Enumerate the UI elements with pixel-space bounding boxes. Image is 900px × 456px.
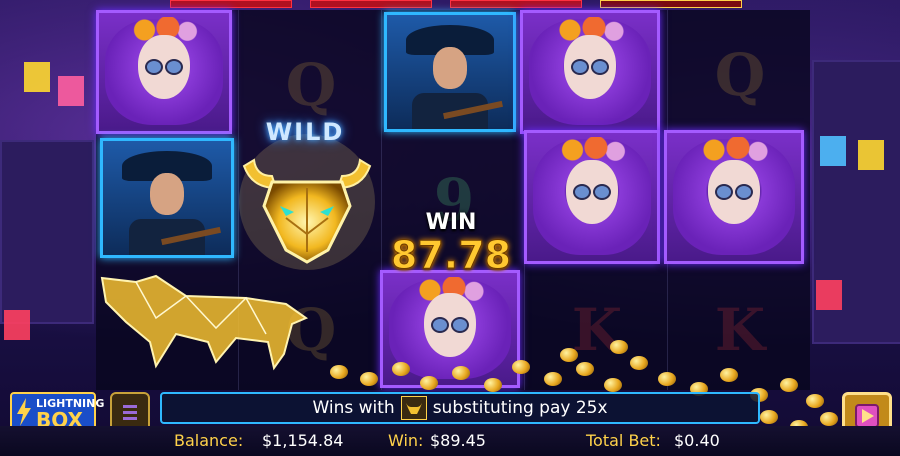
- papel-picado-flag-icon: [816, 280, 842, 310]
- sugar-skull-face-icon: [138, 35, 190, 100]
- house-left: [0, 140, 94, 324]
- balance-label: Balance:: [174, 431, 244, 450]
- win-message-prefix: Wins with: [312, 398, 395, 418]
- papel-picado-flag-icon: [58, 76, 84, 106]
- win-popup-label: WIN: [425, 210, 477, 235]
- papel-picado-flag-icon: [24, 62, 50, 92]
- catrina-symbol: [664, 130, 804, 264]
- catrina-symbol: [520, 10, 660, 134]
- mariachi-symbol: [384, 12, 516, 132]
- win-message-suffix: substituting pay 25x: [432, 398, 608, 418]
- papel-picado-flag-icon: [820, 136, 846, 166]
- win-popup-amount: 87.78: [390, 233, 512, 277]
- catrina-symbol: [524, 130, 660, 264]
- reel-symbol-k: K: [714, 296, 766, 364]
- balance-value: $1,154.84: [262, 431, 344, 450]
- hamburger-icon: [123, 404, 137, 408]
- papel-picado-flag-icon: [858, 140, 884, 170]
- lightning-bolt-icon: [17, 398, 31, 426]
- sugar-skull-face-icon: [566, 159, 618, 224]
- bull-icon: [400, 396, 427, 420]
- mariachi-symbol: [100, 138, 234, 258]
- win-value: $89.45: [430, 431, 486, 450]
- win-message-bar: Wins with substituting pay 25x: [160, 392, 760, 424]
- win-popup: WIN 87.78: [390, 210, 512, 277]
- catrina-symbol: [96, 10, 232, 134]
- win-label: Win:: [388, 431, 424, 450]
- sugar-skull-face-icon: [564, 35, 616, 100]
- status-bar: Balance: $1,154.84 Win: $89.45 Total Bet…: [0, 426, 900, 456]
- running-bull-animation-icon: [100, 274, 309, 371]
- papel-picado-flag-icon: [4, 310, 30, 340]
- reel-symbol-q: Q: [714, 41, 766, 109]
- sugar-skull-face-icon: [424, 292, 476, 357]
- wild-label: WILD: [265, 118, 345, 146]
- total-bet-value: $0.40: [674, 431, 720, 450]
- total-bet-label: Total Bet:: [586, 431, 661, 450]
- top-indicator-bars: [0, 0, 900, 10]
- sugar-skull-face-icon: [708, 159, 760, 224]
